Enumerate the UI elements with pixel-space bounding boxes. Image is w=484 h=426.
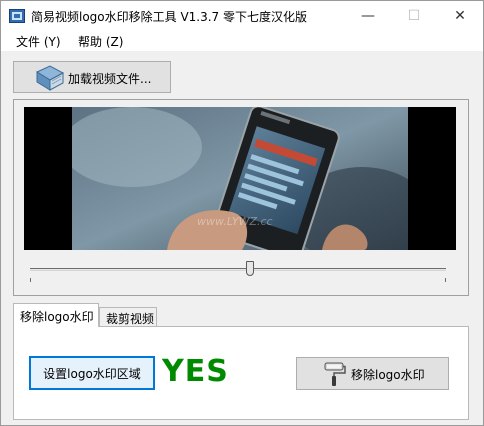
video-preview[interactable]: www.LYWZ.cc [24,107,456,250]
video-position-thumb[interactable] [246,261,255,276]
load-video-button[interactable]: 加载视频文件... [13,61,171,93]
close-icon: ✕ [454,8,466,24]
menu-help[interactable]: 帮助 (Z) [78,33,123,50]
slider-ticks [30,278,446,282]
paint-roller-icon [324,362,346,386]
video-watermark: www.LYWZ.cc [197,215,273,228]
remove-logo-button[interactable]: 移除logo水印 [296,357,449,390]
video-frame-image: www.LYWZ.cc [72,107,408,250]
maximize-button[interactable]: ☐ [391,1,437,31]
video-panel: www.LYWZ.cc [13,99,469,296]
window-title: 简易视频logo水印移除工具 V1.3.7 零下七度汉化版 [31,10,308,24]
maximize-icon: ☐ [407,8,421,24]
book-icon [35,65,65,91]
tab-crop-video[interactable]: 裁剪视频 [99,307,157,327]
set-logo-area-button[interactable]: 设置logo水印区域 [29,356,155,390]
remove-logo-panel: 设置logo水印区域 YES 移除logo水印 [13,326,469,420]
remove-logo-label: 移除logo水印 [351,368,425,382]
menu-file[interactable]: 文件 (Y) [16,33,61,50]
title-bar[interactable]: 简易视频logo水印移除工具 V1.3.7 零下七度汉化版 — ☐ ✕ [1,1,483,31]
close-button[interactable]: ✕ [437,1,483,31]
status-text: YES [162,354,229,389]
minimize-button[interactable]: — [345,1,391,31]
video-position-track[interactable] [30,268,446,271]
app-window: 简易视频logo水印移除工具 V1.3.7 零下七度汉化版 — ☐ ✕ 文件 (… [0,0,484,426]
app-icon [9,9,25,23]
minimize-icon: — [361,8,375,24]
menu-bar: 文件 (Y) 帮助 (Z) [1,31,483,51]
tab-remove-logo[interactable]: 移除logo水印 [13,303,99,327]
load-video-label: 加载视频文件... [68,72,152,86]
